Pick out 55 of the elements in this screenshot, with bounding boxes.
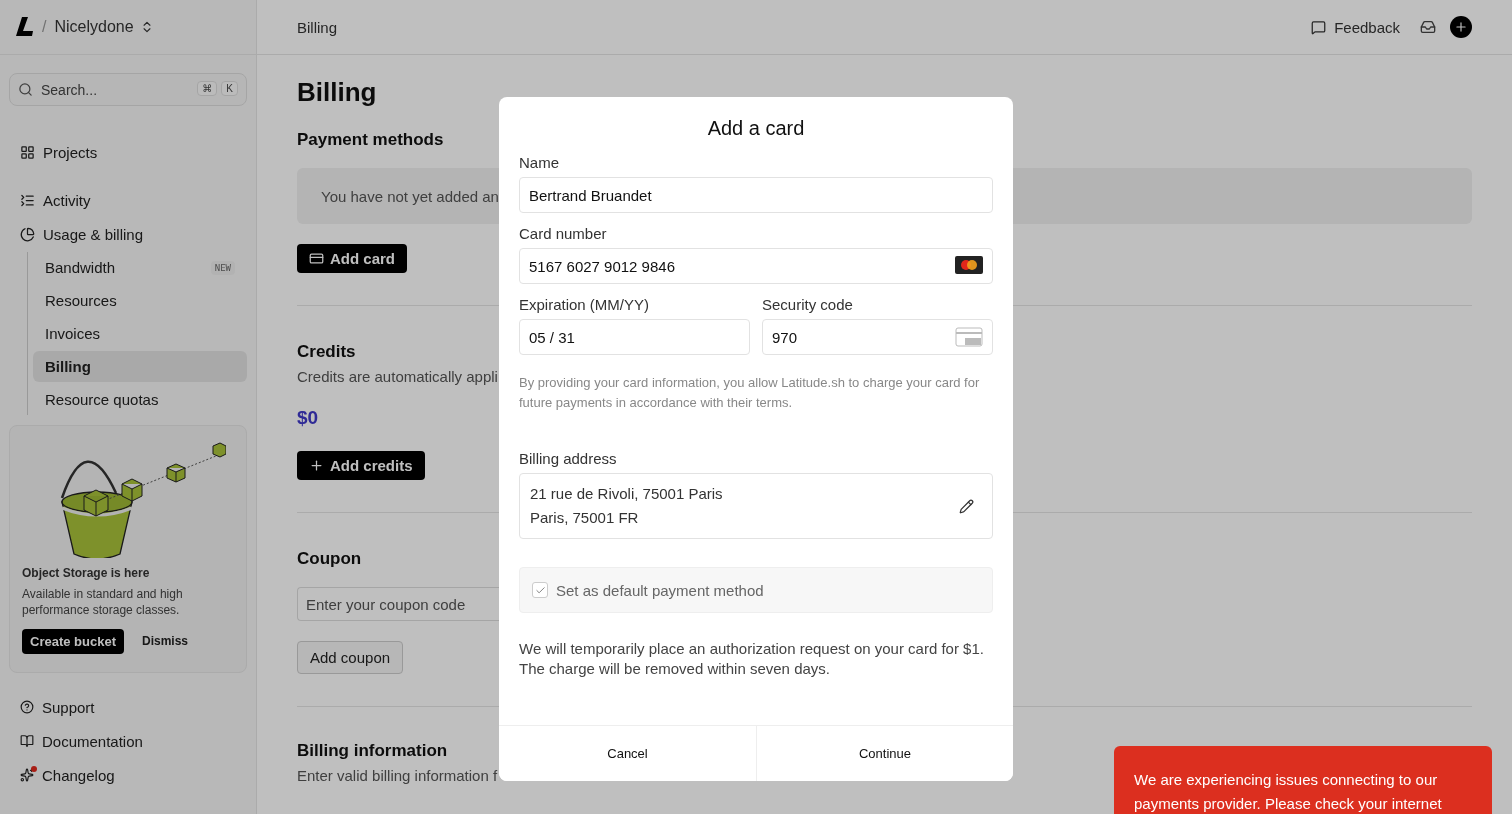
shortcut-key: ⌘ bbox=[197, 81, 218, 96]
nav-subitem[interactable]: Bandwidth NEW bbox=[33, 252, 247, 283]
security-code-field[interactable]: 970 bbox=[762, 319, 993, 355]
field-label: Expiration (MM/YY) bbox=[519, 296, 651, 313]
card-number-field[interactable]: 5167 6027 9012 9846 bbox=[519, 248, 993, 284]
nav-item[interactable]: Documentation bbox=[9, 725, 247, 758]
expiration-field[interactable]: 05 / 31 bbox=[519, 319, 750, 355]
page-title: Billing bbox=[297, 77, 377, 108]
section-title: Coupon bbox=[297, 549, 362, 569]
nav-item[interactable]: Projects bbox=[9, 136, 247, 168]
promo-text: Available in standard and high performance storage classes. bbox=[22, 586, 184, 619]
add-credits-button[interactable]: Add credits bbox=[297, 451, 425, 480]
default-method-checkbox[interactable]: Set as default payment method bbox=[519, 567, 993, 613]
nav-subitem[interactable]: Resource quotas bbox=[33, 384, 247, 415]
nav-item[interactable]: Changelog bbox=[9, 759, 247, 792]
section-title: Credits bbox=[297, 342, 356, 362]
breadcrumb: Billing bbox=[297, 18, 338, 36]
section-title: Billing information bbox=[297, 741, 448, 761]
dismiss-button[interactable]: Dismiss bbox=[132, 628, 198, 655]
section-title: Payment methods bbox=[297, 130, 444, 150]
address-line: Paris, 75001 FR bbox=[530, 508, 640, 528]
credit-amount: $0 bbox=[297, 407, 319, 429]
nav-item[interactable]: Usage & billing bbox=[9, 218, 247, 250]
error-toast: We are experiencing issues connecting to our payments provider. Please check your internet bbox=[1114, 746, 1492, 814]
nav-item[interactable]: Activity bbox=[9, 184, 247, 216]
nav-label: Resources bbox=[45, 292, 117, 309]
section-description: Credits are automatically appli bbox=[297, 368, 498, 385]
add-card-button[interactable]: Add card bbox=[297, 244, 407, 273]
field-label: Card number bbox=[519, 225, 608, 242]
add-coupon-button[interactable]: Add coupon bbox=[297, 641, 404, 674]
promo-title: Object Storage is here bbox=[22, 566, 151, 580]
field-label: Billing address bbox=[519, 450, 618, 467]
nav-subitem[interactable]: Billing bbox=[33, 351, 247, 382]
breadcrumb-separator: / bbox=[42, 18, 47, 36]
nav-label: Billing bbox=[45, 358, 91, 375]
authorization-notice: We will temporarily place an authorization request on your card for $1. The charge will be removed within seven days. bbox=[519, 639, 985, 680]
nav-item[interactable]: Support bbox=[9, 691, 247, 724]
nav-subitem[interactable]: Resources bbox=[33, 285, 247, 316]
dialog-title: Add a card bbox=[706, 117, 806, 140]
create-bucket-button[interactable]: Create bucket bbox=[22, 628, 124, 654]
field-label: Name bbox=[519, 154, 560, 171]
address-line: 21 rue de Rivoli, 75001 Paris bbox=[530, 484, 723, 504]
nav-label: Bandwidth bbox=[45, 259, 116, 276]
name-field[interactable]: Bertrand Bruandet bbox=[519, 177, 993, 213]
nav-label: Invoices bbox=[45, 325, 101, 342]
section-description: Enter valid billing information f bbox=[297, 767, 498, 784]
nav-subitem[interactable]: Invoices bbox=[33, 318, 247, 349]
feedback-button[interactable]: Feedback bbox=[1305, 17, 1406, 37]
nav-label: Resource quotas bbox=[45, 391, 159, 408]
field-label: Security code bbox=[762, 296, 854, 313]
new-badge: NEW bbox=[210, 260, 235, 275]
consent-notice: By providing your card information, you allow Latitude.sh to charge your card for future payments in accordance with their terms. bbox=[519, 374, 981, 412]
shortcut-key: K bbox=[221, 81, 238, 96]
workspace-switcher[interactable]: Nicelydone bbox=[54, 18, 154, 36]
continue-button[interactable]: Continue bbox=[756, 726, 1013, 781]
